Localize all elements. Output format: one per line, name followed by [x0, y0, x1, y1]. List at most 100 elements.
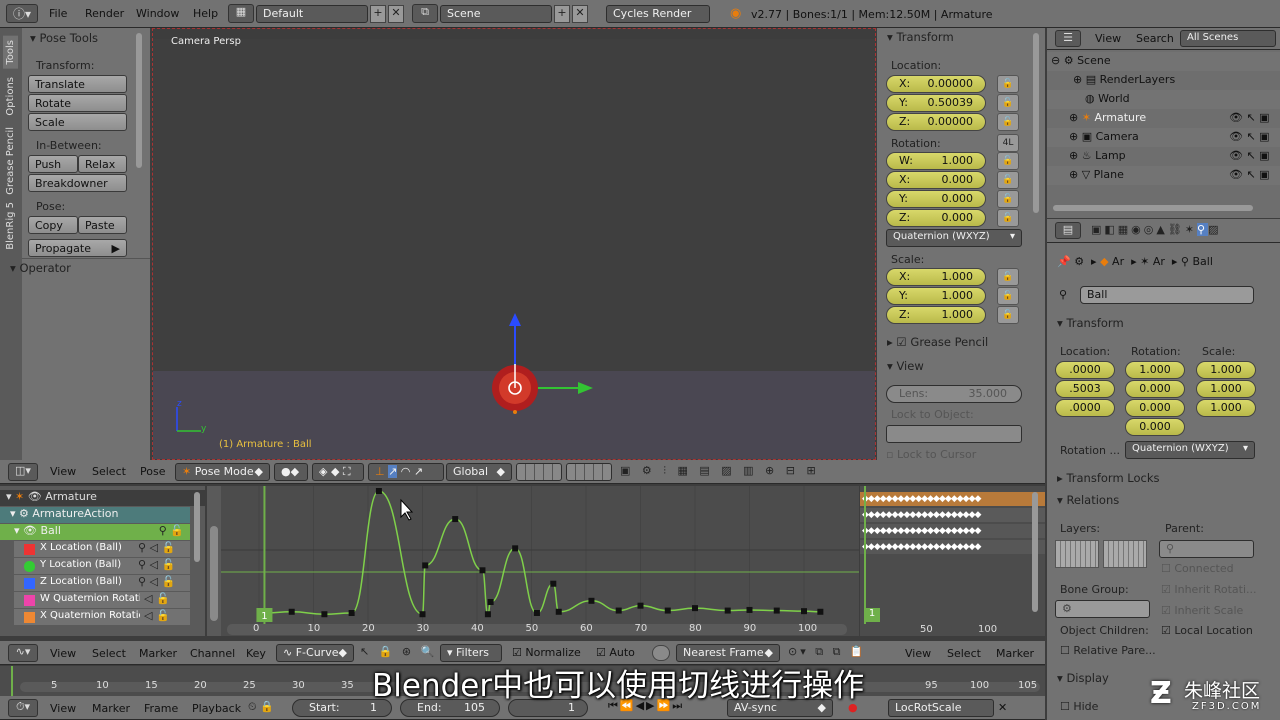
bone-gizmo[interactable]: [473, 304, 623, 424]
dopesheet-select-menu[interactable]: Select: [947, 647, 981, 660]
keyframe-point[interactable]: [724, 607, 731, 614]
bone-group-field[interactable]: ⚙: [1055, 600, 1150, 618]
display-panel[interactable]: ▾ Display: [1057, 671, 1109, 685]
outliner-editor-icon[interactable]: ☰: [1055, 30, 1081, 47]
connected-checkbox[interactable]: ☐ Connected: [1161, 562, 1234, 575]
normalize-toggle[interactable]: ☑ Normalize: [512, 646, 581, 659]
keying-set-clear-icon[interactable]: ✕: [998, 701, 1007, 714]
relative-parent-checkbox[interactable]: ☐ Relative Pare...: [1060, 644, 1156, 657]
npanel-transform-title[interactable]: ▾ Transform: [887, 30, 954, 44]
grease-pencil-panel[interactable]: ▸ ☑ Grease Pencil: [887, 335, 988, 349]
keyframe-point[interactable]: [348, 610, 355, 616]
view3d-select-menu[interactable]: Select: [92, 465, 126, 478]
dopesheet-marker-menu[interactable]: Marker: [996, 647, 1034, 660]
keyframe-point[interactable]: [637, 602, 644, 609]
keyframe-point[interactable]: [512, 545, 519, 552]
pose-tools-title[interactable]: ▾ Pose Tools: [30, 31, 98, 45]
screen-layout-field[interactable]: Default: [256, 5, 368, 23]
keyframe-point[interactable]: [550, 580, 557, 587]
props-context-tabs-icon[interactable]: ▣◧▦◉◎▲⛓✶⚲▨: [1091, 223, 1222, 236]
operator-panel-title[interactable]: ▾ Operator: [10, 261, 71, 275]
outliner-hscrollbar[interactable]: [1053, 205, 1253, 211]
graph-view-menu[interactable]: View: [50, 647, 76, 660]
props-rot-y[interactable]: 0.000: [1125, 399, 1185, 417]
props-rotation-mode-dropdown[interactable]: Quaternion (WXYZ) ▾: [1125, 441, 1255, 459]
visibility-eye-icon[interactable]: 👁 ↖ ▣: [1229, 168, 1270, 181]
keyframe-point[interactable]: [484, 611, 491, 618]
loc-y-lock-icon[interactable]: 🔓: [997, 94, 1019, 112]
keyframe-point[interactable]: [533, 610, 540, 616]
timeline-marker-menu[interactable]: Marker: [92, 702, 130, 715]
dopesheet-keys[interactable]: ◆◆◆◆◆◆◆◆◆◆◆◆◆◆◆◆◆◆◆◆ ◆◆◆◆◆◆◆◆◆◆◆◆◆◆◆◆◆◆◆◆…: [862, 491, 981, 555]
bone-name-field[interactable]: Ball: [1080, 286, 1254, 304]
keyframe-point[interactable]: [422, 562, 429, 569]
loc-x-field[interactable]: X: 0.00000: [886, 75, 986, 93]
tree-camera[interactable]: ⊕ ▣ Camera: [1069, 130, 1139, 143]
keyframe-point[interactable]: [773, 607, 780, 614]
bone-layers[interactable]: [566, 463, 612, 481]
graph-key-menu[interactable]: Key: [246, 647, 266, 660]
view3d-tool-icons[interactable]: ▣ ⚙ ⫶ ▦ ▤ ▨ ▥ ⊕ ⊟ ⊞: [620, 464, 820, 478]
keyframe-point[interactable]: [419, 611, 426, 618]
scale-x-lock-icon[interactable]: 🔓: [997, 268, 1019, 286]
keyframe-point[interactable]: [555, 608, 562, 615]
menu-render[interactable]: Render: [85, 7, 124, 20]
manipulator-toggles[interactable]: ⊥ ↗ ◠ ↗: [368, 463, 444, 481]
menu-help[interactable]: Help: [193, 7, 218, 20]
copy-button[interactable]: Copy: [28, 216, 78, 234]
fcurve-w-quaternion[interactable]: W Quaternion Rotation◁ 🔓: [14, 592, 190, 608]
keyframe-point[interactable]: [692, 605, 698, 612]
tree-world[interactable]: ◍ World: [1085, 92, 1130, 105]
tree-lamp[interactable]: ⊕ ♨ Lamp: [1069, 149, 1126, 162]
keyframe-point[interactable]: [321, 611, 328, 618]
outliner-display-mode[interactable]: All Scenes: [1180, 30, 1276, 47]
transform-locks-panel[interactable]: ▸ Transform Locks: [1057, 471, 1160, 485]
keyframe-point[interactable]: [588, 597, 595, 604]
rotate-button[interactable]: Rotate: [28, 94, 127, 112]
loc-z-field[interactable]: Z: 0.00000: [886, 113, 986, 131]
lock-object-field[interactable]: [886, 425, 1022, 443]
loc-z-lock-icon[interactable]: 🔓: [997, 113, 1019, 131]
props-editor-icon[interactable]: ▤: [1055, 222, 1081, 239]
visibility-eye-icon[interactable]: 👁 ↖ ▣: [1229, 111, 1270, 124]
rotation-4l-toggle[interactable]: 4L: [997, 134, 1019, 152]
rot-x-lock-icon[interactable]: 🔓: [997, 171, 1019, 189]
loc-y-field[interactable]: Y: 0.50039: [886, 94, 986, 112]
fcurve-y-location[interactable]: Y Location (Ball) ⚲ ◁ 🔓: [14, 558, 190, 574]
tab-grease-pencil[interactable]: Grease Pencil: [3, 123, 18, 199]
outliner-view-menu[interactable]: View: [1095, 32, 1121, 45]
bone-layers-grid[interactable]: [1055, 540, 1099, 568]
fcurve-x-location[interactable]: X Location (Ball) ⚲ ◁ 🔓: [14, 541, 190, 557]
scale-y-lock-icon[interactable]: 🔓: [997, 287, 1019, 305]
screen-layout-icon[interactable]: ▦: [228, 4, 254, 23]
scale-z-field[interactable]: Z: 1.000: [886, 306, 986, 324]
keyframe-point[interactable]: [615, 607, 622, 614]
mode-dropdown[interactable]: ✶ Pose Mode ◆: [175, 463, 270, 481]
menu-file[interactable]: File: [49, 7, 67, 20]
props-scale-z[interactable]: 1.000: [1196, 399, 1256, 417]
props-scale-y[interactable]: 1.000: [1196, 380, 1256, 398]
visibility-eye-icon[interactable]: 👁 ↖ ▣: [1229, 130, 1270, 143]
view3d-view-menu[interactable]: View: [50, 465, 76, 478]
view-panel[interactable]: ▾ View: [887, 359, 924, 373]
keyframe-point[interactable]: [375, 488, 382, 494]
timeline-editor-icon[interactable]: ⏱▾: [8, 699, 38, 717]
props-transform-title[interactable]: ▾ Transform: [1057, 316, 1124, 330]
graph-editor-icon[interactable]: ∿▾: [8, 644, 38, 662]
props-loc-y[interactable]: .5003: [1055, 380, 1115, 398]
relax-button[interactable]: Relax: [78, 155, 127, 173]
rot-w-lock-icon[interactable]: 🔓: [997, 152, 1019, 170]
visibility-eye-icon[interactable]: 👁 ↖ ▣: [1229, 149, 1270, 162]
rot-x-field[interactable]: X: 0.000: [886, 171, 986, 189]
preview-range-icon[interactable]: ⏲ 🔒: [248, 700, 274, 714]
channel-scrollbar[interactable]: [194, 492, 200, 562]
viewport-3d[interactable]: Camera Persp z y (1) Armature : Ball: [152, 28, 876, 460]
dopesheet-view-menu[interactable]: View: [905, 647, 931, 660]
scene-field[interactable]: Scene: [440, 5, 552, 23]
timeline-frame-menu[interactable]: Frame: [144, 702, 178, 715]
dopesheet-vscroll[interactable]: [1032, 492, 1038, 612]
hide-checkbox[interactable]: ☐ Hide: [1060, 700, 1098, 713]
channel-row-armature[interactable]: ▾ ✶ 👁 Armature: [0, 490, 205, 506]
npanel-scrollbar[interactable]: [1033, 33, 1039, 213]
bone-layers-grid[interactable]: [1103, 540, 1147, 568]
